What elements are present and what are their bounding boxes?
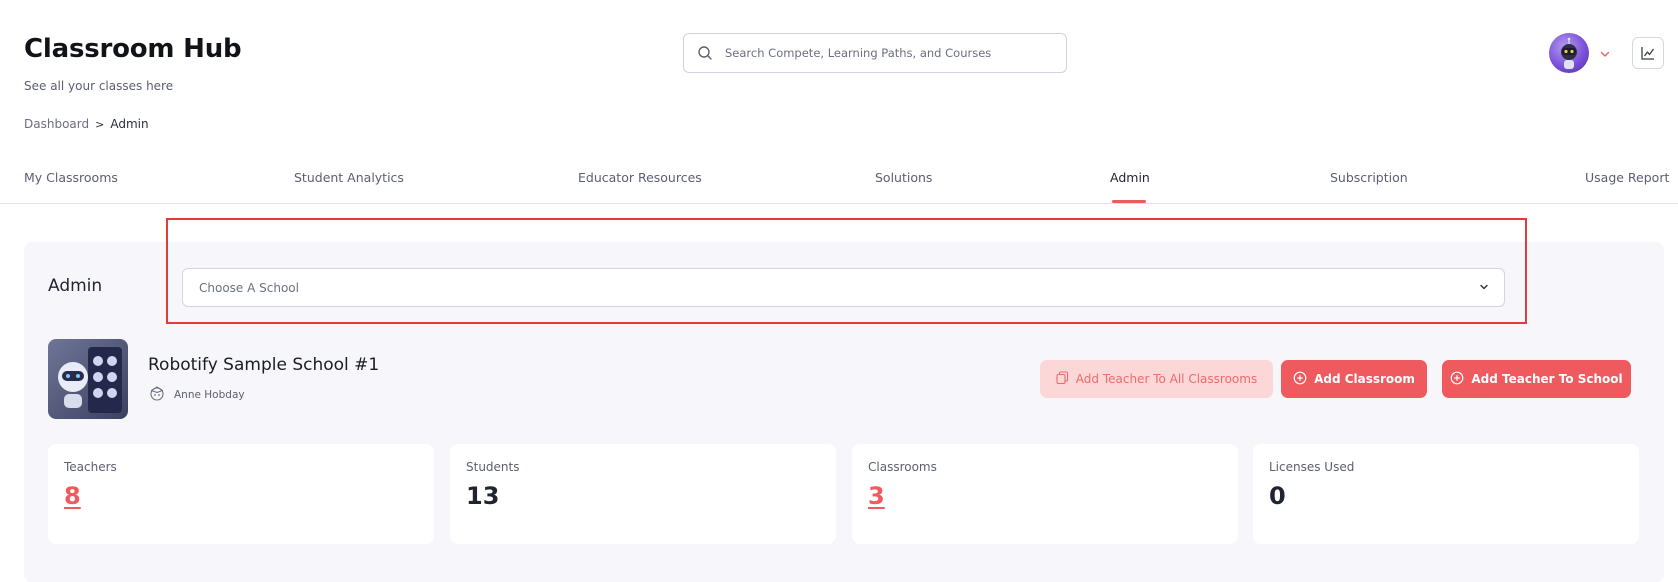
add-classroom-button[interactable]: Add Classroom [1281,360,1427,398]
stat-label: Students [466,460,520,474]
chevron-down-icon [1478,278,1490,297]
school-name: Robotify Sample School #1 [148,355,380,375]
tab-subscription[interactable]: Subscription [1330,170,1408,185]
stat-card-students: Students 13 [450,444,836,544]
page-subtitle: See all your classes here [24,79,174,93]
tab-my-classrooms[interactable]: My Classrooms [24,170,118,185]
add-teacher-to-all-classrooms-label: Add Teacher To All Classrooms [1075,372,1258,386]
admin-section-label: Admin [48,276,103,296]
add-teacher-to-all-classrooms-button[interactable]: Add Teacher To All Classrooms [1040,360,1273,398]
stat-label: Teachers [64,460,117,474]
tab-student-analytics[interactable]: Student Analytics [294,170,404,185]
page-title: Classroom Hub [24,34,242,64]
user-menu-chevron-icon[interactable] [1598,46,1612,60]
analytics-chart-button[interactable] [1632,37,1664,69]
breadcrumb: Dashboard > Admin [24,117,149,131]
stat-card-classrooms: Classrooms 3 [852,444,1238,544]
plus-circle-icon [1293,371,1307,388]
robot-avatar-icon [1561,37,1577,69]
school-image [48,339,128,419]
add-classroom-label: Add Classroom [1314,372,1415,386]
copy-icon [1056,371,1069,387]
stat-card-teachers: Teachers 8 [48,444,434,544]
breadcrumb-separator: > [95,117,105,131]
stat-label: Classrooms [868,460,937,474]
stat-card-licenses: Licenses Used 0 [1253,444,1639,544]
search-icon [697,45,713,61]
add-teacher-to-school-button[interactable]: Add Teacher To School [1442,360,1631,398]
tab-admin[interactable]: Admin [1110,170,1150,185]
stat-value-classrooms-link[interactable]: 3 [868,482,885,510]
breadcrumb-current: Admin [110,117,149,131]
stat-value-teachers-link[interactable]: 8 [64,482,81,510]
stat-value-students: 13 [466,482,500,510]
tab-solutions[interactable]: Solutions [875,170,932,185]
stat-value-licenses: 0 [1269,482,1286,510]
user-avatar[interactable] [1549,33,1589,73]
school-select[interactable]: Choose A School [182,268,1505,307]
search-input[interactable] [725,46,1045,60]
breadcrumb-dashboard-link[interactable]: Dashboard [24,117,89,131]
active-tab-indicator [1112,200,1146,203]
school-select-placeholder: Choose A School [199,280,299,295]
main-tabs: My Classrooms Student Analytics Educator… [0,162,1678,204]
school-teacher: Anne Hobday [148,384,245,406]
search-box[interactable] [683,33,1067,73]
page-header: Classroom Hub See all your classes here … [0,0,1678,140]
add-teacher-to-school-label: Add Teacher To School [1471,372,1623,386]
trend-chart-icon [1641,47,1655,60]
stat-label: Licenses Used [1269,460,1355,474]
plus-circle-icon [1450,371,1464,388]
teacher-name: Anne Hobday [174,389,245,401]
teacher-avatar-icon [148,384,166,406]
tab-usage-report[interactable]: Usage Report [1585,170,1669,185]
tab-educator-resources[interactable]: Educator Resources [578,170,702,185]
robot-school-illustration-icon [58,347,122,413]
